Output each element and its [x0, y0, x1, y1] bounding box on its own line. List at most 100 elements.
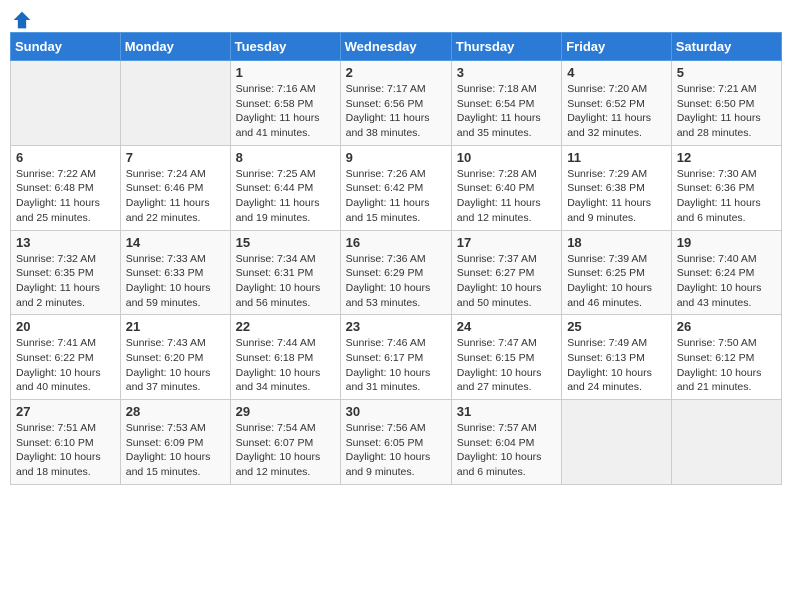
calendar-cell: 30 Sunrise: 7:56 AM Sunset: 6:05 PM Dayli…: [340, 400, 451, 485]
calendar-cell: 12 Sunrise: 7:30 AM Sunset: 6:36 PM Dayli…: [671, 145, 781, 230]
day-number: 17: [457, 235, 556, 250]
day-number: 12: [677, 150, 776, 165]
cell-content: Sunrise: 7:20 AM Sunset: 6:52 PM Dayligh…: [567, 82, 666, 141]
calendar-week-row: 27 Sunrise: 7:51 AM Sunset: 6:10 PM Dayli…: [11, 400, 782, 485]
calendar-cell: 9 Sunrise: 7:26 AM Sunset: 6:42 PM Daylig…: [340, 145, 451, 230]
calendar-cell: 21 Sunrise: 7:43 AM Sunset: 6:20 PM Dayli…: [120, 315, 230, 400]
day-number: 10: [457, 150, 556, 165]
day-number: 2: [346, 65, 446, 80]
day-number: 18: [567, 235, 666, 250]
cell-content: Sunrise: 7:17 AM Sunset: 6:56 PM Dayligh…: [346, 82, 446, 141]
calendar-cell: [11, 61, 121, 146]
day-of-week-header: Tuesday: [230, 33, 340, 61]
cell-content: Sunrise: 7:43 AM Sunset: 6:20 PM Dayligh…: [126, 336, 225, 395]
calendar-cell: 29 Sunrise: 7:54 AM Sunset: 6:07 PM Dayli…: [230, 400, 340, 485]
calendar-cell: 15 Sunrise: 7:34 AM Sunset: 6:31 PM Dayli…: [230, 230, 340, 315]
calendar-cell: 17 Sunrise: 7:37 AM Sunset: 6:27 PM Dayli…: [451, 230, 561, 315]
cell-content: Sunrise: 7:46 AM Sunset: 6:17 PM Dayligh…: [346, 336, 446, 395]
cell-content: Sunrise: 7:57 AM Sunset: 6:04 PM Dayligh…: [457, 421, 556, 480]
day-number: 5: [677, 65, 776, 80]
cell-content: Sunrise: 7:24 AM Sunset: 6:46 PM Dayligh…: [126, 167, 225, 226]
day-number: 29: [236, 404, 335, 419]
day-number: 25: [567, 319, 666, 334]
logo-icon: [12, 10, 32, 30]
day-number: 9: [346, 150, 446, 165]
day-of-week-header: Friday: [562, 33, 672, 61]
calendar-cell: 20Sunrise: 7:41 AM Sunset: 6:22 PM Dayli…: [11, 315, 121, 400]
calendar-cell: 2 Sunrise: 7:17 AM Sunset: 6:56 PM Daylig…: [340, 61, 451, 146]
day-number: 30: [346, 404, 446, 419]
day-number: 13: [16, 235, 115, 250]
cell-content: Sunrise: 7:54 AM Sunset: 6:07 PM Dayligh…: [236, 421, 335, 480]
calendar-week-row: 6 Sunrise: 7:22 AM Sunset: 6:48 PM Daylig…: [11, 145, 782, 230]
day-number: 31: [457, 404, 556, 419]
cell-content: Sunrise: 7:47 AM Sunset: 6:15 PM Dayligh…: [457, 336, 556, 395]
calendar-week-row: 1 Sunrise: 7:16 AM Sunset: 6:58 PM Daylig…: [11, 61, 782, 146]
cell-content: Sunrise: 7:44 AM Sunset: 6:18 PM Dayligh…: [236, 336, 335, 395]
calendar-cell: 13Sunrise: 7:32 AM Sunset: 6:35 PM Dayli…: [11, 230, 121, 315]
calendar-cell: 16 Sunrise: 7:36 AM Sunset: 6:29 PM Dayli…: [340, 230, 451, 315]
day-number: 27: [16, 404, 115, 419]
day-number: 3: [457, 65, 556, 80]
day-number: 21: [126, 319, 225, 334]
day-number: 14: [126, 235, 225, 250]
calendar-header-row: SundayMondayTuesdayWednesdayThursdayFrid…: [11, 33, 782, 61]
day-number: 19: [677, 235, 776, 250]
calendar-week-row: 20Sunrise: 7:41 AM Sunset: 6:22 PM Dayli…: [11, 315, 782, 400]
cell-content: Sunrise: 7:28 AM Sunset: 6:40 PM Dayligh…: [457, 167, 556, 226]
calendar-cell: 31 Sunrise: 7:57 AM Sunset: 6:04 PM Dayli…: [451, 400, 561, 485]
calendar-cell: 8Sunrise: 7:25 AM Sunset: 6:44 PM Daylig…: [230, 145, 340, 230]
cell-content: Sunrise: 7:22 AM Sunset: 6:48 PM Dayligh…: [16, 167, 115, 226]
calendar-cell: 7 Sunrise: 7:24 AM Sunset: 6:46 PM Daylig…: [120, 145, 230, 230]
calendar-cell: 4Sunrise: 7:20 AM Sunset: 6:52 PM Daylig…: [562, 61, 672, 146]
cell-content: Sunrise: 7:51 AM Sunset: 6:10 PM Dayligh…: [16, 421, 115, 480]
cell-content: Sunrise: 7:29 AM Sunset: 6:38 PM Dayligh…: [567, 167, 666, 226]
calendar-cell: 23Sunrise: 7:46 AM Sunset: 6:17 PM Dayli…: [340, 315, 451, 400]
day-number: 15: [236, 235, 335, 250]
cell-content: Sunrise: 7:53 AM Sunset: 6:09 PM Dayligh…: [126, 421, 225, 480]
day-number: 1: [236, 65, 335, 80]
calendar-cell: 27 Sunrise: 7:51 AM Sunset: 6:10 PM Dayli…: [11, 400, 121, 485]
cell-content: Sunrise: 7:21 AM Sunset: 6:50 PM Dayligh…: [677, 82, 776, 141]
calendar-cell: 11 Sunrise: 7:29 AM Sunset: 6:38 PM Dayli…: [562, 145, 672, 230]
calendar-cell: 26Sunrise: 7:50 AM Sunset: 6:12 PM Dayli…: [671, 315, 781, 400]
cell-content: Sunrise: 7:49 AM Sunset: 6:13 PM Dayligh…: [567, 336, 666, 395]
cell-content: Sunrise: 7:40 AM Sunset: 6:24 PM Dayligh…: [677, 252, 776, 311]
day-of-week-header: Saturday: [671, 33, 781, 61]
calendar-cell: 24 Sunrise: 7:47 AM Sunset: 6:15 PM Dayli…: [451, 315, 561, 400]
day-of-week-header: Thursday: [451, 33, 561, 61]
day-number: 16: [346, 235, 446, 250]
day-number: 28: [126, 404, 225, 419]
calendar-cell: 19 Sunrise: 7:40 AM Sunset: 6:24 PM Dayli…: [671, 230, 781, 315]
calendar-cell: 1 Sunrise: 7:16 AM Sunset: 6:58 PM Daylig…: [230, 61, 340, 146]
calendar-cell: 3 Sunrise: 7:18 AM Sunset: 6:54 PM Daylig…: [451, 61, 561, 146]
day-number: 24: [457, 319, 556, 334]
calendar-cell: 18 Sunrise: 7:39 AM Sunset: 6:25 PM Dayli…: [562, 230, 672, 315]
calendar-cell: 10 Sunrise: 7:28 AM Sunset: 6:40 PM Dayli…: [451, 145, 561, 230]
day-number: 11: [567, 150, 666, 165]
calendar-cell: 25 Sunrise: 7:49 AM Sunset: 6:13 PM Dayli…: [562, 315, 672, 400]
cell-content: Sunrise: 7:34 AM Sunset: 6:31 PM Dayligh…: [236, 252, 335, 311]
logo: [10, 10, 32, 24]
calendar-cell: 6 Sunrise: 7:22 AM Sunset: 6:48 PM Daylig…: [11, 145, 121, 230]
cell-content: Sunrise: 7:37 AM Sunset: 6:27 PM Dayligh…: [457, 252, 556, 311]
calendar-table: SundayMondayTuesdayWednesdayThursdayFrid…: [10, 32, 782, 485]
cell-content: Sunrise: 7:25 AM Sunset: 6:44 PM Dayligh…: [236, 167, 335, 226]
day-number: 7: [126, 150, 225, 165]
cell-content: Sunrise: 7:41 AM Sunset: 6:22 PM Dayligh…: [16, 336, 115, 395]
cell-content: Sunrise: 7:56 AM Sunset: 6:05 PM Dayligh…: [346, 421, 446, 480]
day-of-week-header: Monday: [120, 33, 230, 61]
day-number: 6: [16, 150, 115, 165]
calendar-cell: 28 Sunrise: 7:53 AM Sunset: 6:09 PM Dayli…: [120, 400, 230, 485]
cell-content: Sunrise: 7:30 AM Sunset: 6:36 PM Dayligh…: [677, 167, 776, 226]
calendar-cell: 22Sunrise: 7:44 AM Sunset: 6:18 PM Dayli…: [230, 315, 340, 400]
cell-content: Sunrise: 7:39 AM Sunset: 6:25 PM Dayligh…: [567, 252, 666, 311]
cell-content: Sunrise: 7:50 AM Sunset: 6:12 PM Dayligh…: [677, 336, 776, 395]
calendar-cell: 14Sunrise: 7:33 AM Sunset: 6:33 PM Dayli…: [120, 230, 230, 315]
cell-content: Sunrise: 7:16 AM Sunset: 6:58 PM Dayligh…: [236, 82, 335, 141]
cell-content: Sunrise: 7:36 AM Sunset: 6:29 PM Dayligh…: [346, 252, 446, 311]
cell-content: Sunrise: 7:26 AM Sunset: 6:42 PM Dayligh…: [346, 167, 446, 226]
day-of-week-header: Wednesday: [340, 33, 451, 61]
calendar-cell: [120, 61, 230, 146]
cell-content: Sunrise: 7:18 AM Sunset: 6:54 PM Dayligh…: [457, 82, 556, 141]
